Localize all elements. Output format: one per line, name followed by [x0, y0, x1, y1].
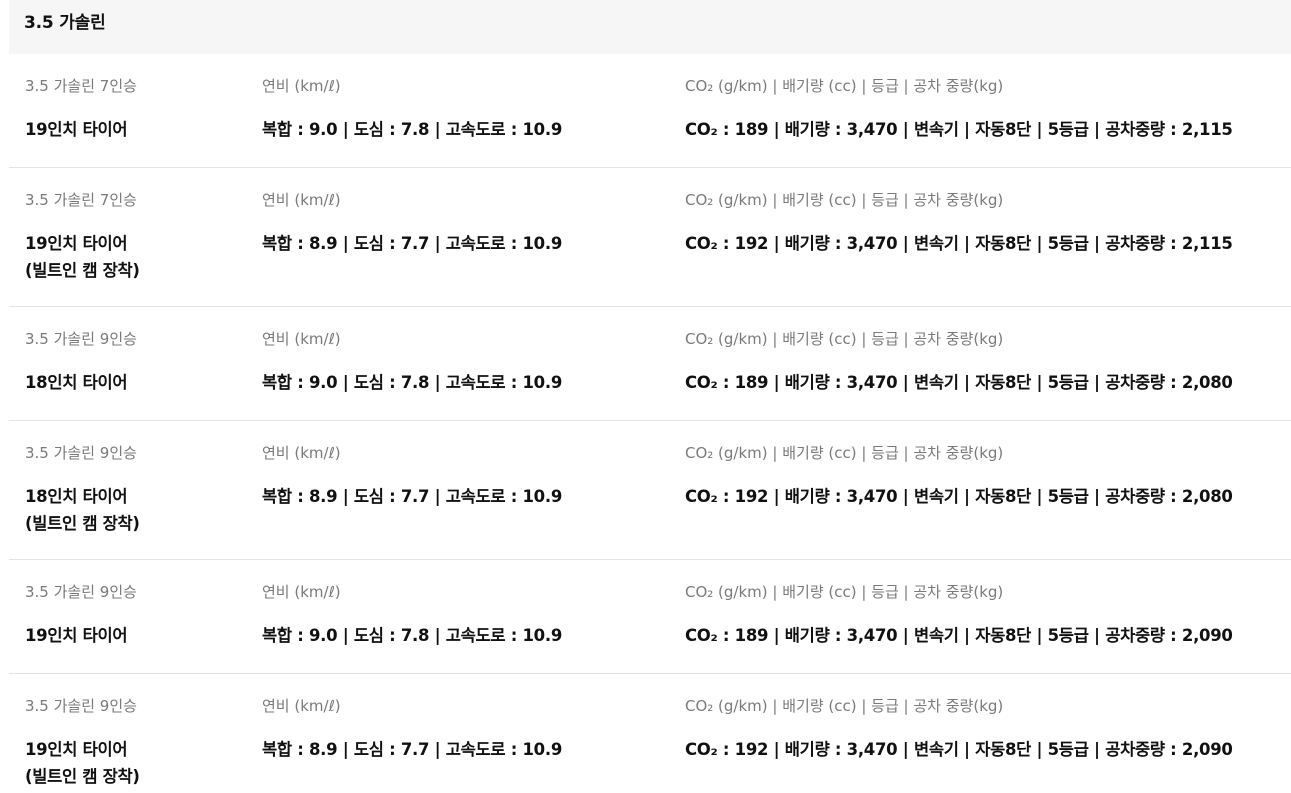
section-title: 3.5 가솔린	[9, 0, 1291, 54]
tire-size: 19인치 타이어	[25, 120, 128, 139]
specs-label: CO₂ (g/km) | 배기량 (cc) | 등급 | 공차 중량(kg)	[685, 697, 1004, 715]
efficiency-value: 복합 : 8.9 | 도심 : 7.7 | 고속도로 : 10.9	[262, 487, 563, 506]
model-cell: 3.5 가솔린 9인승 18인치 타이어 (빌트인 캠 장착)	[25, 443, 250, 537]
model-cell: 3.5 가솔린 9인승 19인치 타이어	[25, 582, 250, 649]
specs-label: CO₂ (g/km) | 배기량 (cc) | 등급 | 공차 중량(kg)	[685, 191, 1004, 209]
table-row: 3.5 가솔린 9인승 18인치 타이어 (빌트인 캠 장착) 연비 (km/ℓ…	[9, 421, 1291, 560]
model-name: 3.5 가솔린 9인승	[25, 444, 137, 462]
specs-value: CO₂ : 192 | 배기량 : 3,470 | 변속기 | 자동8단 | 5…	[685, 487, 1233, 506]
tire-size: 19인치 타이어	[25, 626, 128, 645]
efficiency-value: 복합 : 8.9 | 도심 : 7.7 | 고속도로 : 10.9	[262, 234, 563, 253]
specs-value: CO₂ : 192 | 배기량 : 3,470 | 변속기 | 자동8단 | 5…	[685, 234, 1233, 253]
model-cell: 3.5 가솔린 9인승 18인치 타이어	[25, 329, 250, 396]
specs-cell: CO₂ (g/km) | 배기량 (cc) | 등급 | 공차 중량(kg) C…	[685, 443, 1285, 510]
specs-cell: CO₂ (g/km) | 배기량 (cc) | 등급 | 공차 중량(kg) C…	[685, 190, 1285, 257]
table-row: 3.5 가솔린 9인승 18인치 타이어 연비 (km/ℓ) 복합 : 9.0 …	[9, 307, 1291, 421]
efficiency-label: 연비 (km/ℓ)	[262, 697, 341, 715]
specs-cell: CO₂ (g/km) | 배기량 (cc) | 등급 | 공차 중량(kg) C…	[685, 582, 1285, 649]
efficiency-cell: 연비 (km/ℓ) 복합 : 8.9 | 도심 : 7.7 | 고속도로 : 1…	[262, 190, 682, 257]
efficiency-value: 복합 : 8.9 | 도심 : 7.7 | 고속도로 : 10.9	[262, 740, 563, 759]
model-cell: 3.5 가솔린 9인승 19인치 타이어 (빌트인 캠 장착)	[25, 696, 250, 790]
table-row: 3.5 가솔린 7인승 19인치 타이어 (빌트인 캠 장착) 연비 (km/ℓ…	[9, 168, 1291, 307]
specs-label: CO₂ (g/km) | 배기량 (cc) | 등급 | 공차 중량(kg)	[685, 77, 1004, 95]
efficiency-value: 복합 : 9.0 | 도심 : 7.8 | 고속도로 : 10.9	[262, 373, 563, 392]
table-row: 3.5 가솔린 9인승 19인치 타이어 (빌트인 캠 장착) 연비 (km/ℓ…	[9, 674, 1291, 793]
efficiency-label: 연비 (km/ℓ)	[262, 77, 341, 95]
efficiency-cell: 연비 (km/ℓ) 복합 : 9.0 | 도심 : 7.8 | 고속도로 : 1…	[262, 582, 682, 649]
tire-size: 19인치 타이어 (빌트인 캠 장착)	[25, 740, 140, 786]
specs-cell: CO₂ (g/km) | 배기량 (cc) | 등급 | 공차 중량(kg) C…	[685, 76, 1285, 143]
specs-cell: CO₂ (g/km) | 배기량 (cc) | 등급 | 공차 중량(kg) C…	[685, 696, 1285, 763]
specs-label: CO₂ (g/km) | 배기량 (cc) | 등급 | 공차 중량(kg)	[685, 330, 1004, 348]
efficiency-label: 연비 (km/ℓ)	[262, 583, 341, 601]
spec-table: 3.5 가솔린 3.5 가솔린 7인승 19인치 타이어 연비 (km/ℓ) 복…	[9, 0, 1291, 793]
efficiency-value: 복합 : 9.0 | 도심 : 7.8 | 고속도로 : 10.9	[262, 626, 563, 645]
model-cell: 3.5 가솔린 7인승 19인치 타이어 (빌트인 캠 장착)	[25, 190, 250, 284]
specs-value: CO₂ : 192 | 배기량 : 3,470 | 변속기 | 자동8단 | 5…	[685, 740, 1233, 759]
tire-size: 18인치 타이어 (빌트인 캠 장착)	[25, 487, 140, 533]
tire-size: 19인치 타이어 (빌트인 캠 장착)	[25, 234, 140, 280]
efficiency-cell: 연비 (km/ℓ) 복합 : 9.0 | 도심 : 7.8 | 고속도로 : 1…	[262, 76, 682, 143]
model-name: 3.5 가솔린 9인승	[25, 330, 137, 348]
efficiency-cell: 연비 (km/ℓ) 복합 : 8.9 | 도심 : 7.7 | 고속도로 : 1…	[262, 696, 682, 763]
model-name: 3.5 가솔린 9인승	[25, 583, 137, 601]
efficiency-label: 연비 (km/ℓ)	[262, 191, 341, 209]
efficiency-cell: 연비 (km/ℓ) 복합 : 9.0 | 도심 : 7.8 | 고속도로 : 1…	[262, 329, 682, 396]
efficiency-value: 복합 : 9.0 | 도심 : 7.8 | 고속도로 : 10.9	[262, 120, 563, 139]
table-row: 3.5 가솔린 9인승 19인치 타이어 연비 (km/ℓ) 복합 : 9.0 …	[9, 560, 1291, 674]
tire-size: 18인치 타이어	[25, 373, 128, 392]
specs-value: CO₂ : 189 | 배기량 : 3,470 | 변속기 | 자동8단 | 5…	[685, 373, 1233, 392]
model-name: 3.5 가솔린 7인승	[25, 77, 137, 95]
efficiency-cell: 연비 (km/ℓ) 복합 : 8.9 | 도심 : 7.7 | 고속도로 : 1…	[262, 443, 682, 510]
specs-label: CO₂ (g/km) | 배기량 (cc) | 등급 | 공차 중량(kg)	[685, 444, 1004, 462]
table-row: 3.5 가솔린 7인승 19인치 타이어 연비 (km/ℓ) 복합 : 9.0 …	[9, 54, 1291, 168]
specs-label: CO₂ (g/km) | 배기량 (cc) | 등급 | 공차 중량(kg)	[685, 583, 1004, 601]
model-cell: 3.5 가솔린 7인승 19인치 타이어	[25, 76, 250, 143]
specs-cell: CO₂ (g/km) | 배기량 (cc) | 등급 | 공차 중량(kg) C…	[685, 329, 1285, 396]
efficiency-label: 연비 (km/ℓ)	[262, 330, 341, 348]
model-name: 3.5 가솔린 9인승	[25, 697, 137, 715]
efficiency-label: 연비 (km/ℓ)	[262, 444, 341, 462]
specs-value: CO₂ : 189 | 배기량 : 3,470 | 변속기 | 자동8단 | 5…	[685, 626, 1233, 645]
specs-value: CO₂ : 189 | 배기량 : 3,470 | 변속기 | 자동8단 | 5…	[685, 120, 1233, 139]
model-name: 3.5 가솔린 7인승	[25, 191, 137, 209]
